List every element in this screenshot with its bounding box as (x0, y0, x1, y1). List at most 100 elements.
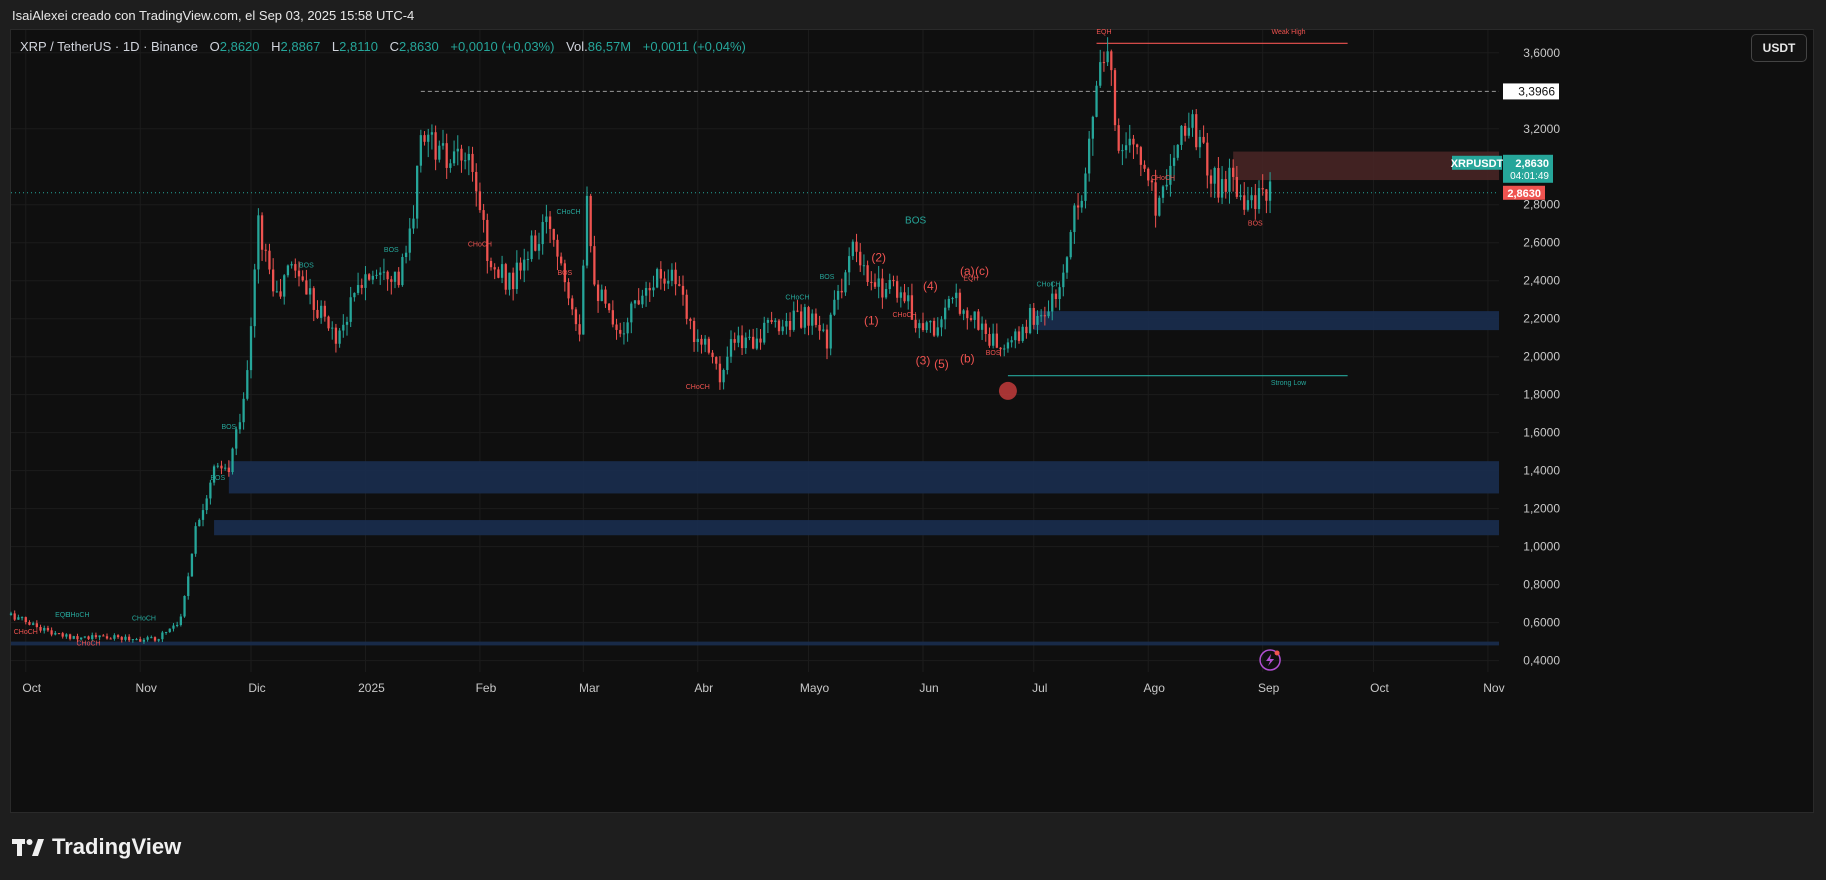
currency-button[interactable]: USDT (1751, 34, 1807, 62)
candle (308, 288, 312, 295)
candle (408, 228, 411, 253)
candle (438, 145, 441, 160)
candle (585, 195, 589, 266)
candle (818, 324, 821, 331)
candle (1165, 184, 1168, 187)
candle (1128, 138, 1131, 146)
candle (530, 235, 533, 260)
candle (39, 626, 42, 631)
candle (962, 310, 965, 314)
candle (659, 269, 662, 279)
candle (1025, 326, 1028, 334)
candle (323, 305, 326, 317)
candle (1062, 272, 1065, 288)
candle (257, 215, 260, 270)
candle (526, 259, 530, 261)
candle (918, 323, 921, 329)
candle (449, 163, 452, 168)
candle (589, 195, 592, 247)
candle (870, 281, 873, 283)
candle (955, 292, 958, 299)
candle (172, 625, 175, 629)
candle (726, 356, 729, 370)
symbol-badge-label: XRPUSDT (1451, 158, 1504, 170)
candle (1139, 147, 1142, 165)
candle (279, 291, 282, 297)
candle (980, 323, 984, 330)
candle (1180, 125, 1183, 145)
candle (866, 265, 869, 282)
candle (785, 320, 788, 327)
candle (20, 617, 24, 619)
candle (1036, 315, 1039, 325)
candle (1268, 181, 1272, 201)
candle (600, 289, 603, 302)
candle (290, 264, 293, 266)
candle (401, 257, 404, 286)
annotation-label: BOS (820, 274, 835, 281)
candle (404, 252, 408, 258)
candle (630, 303, 633, 323)
candle (958, 292, 962, 314)
candle (35, 623, 38, 627)
symbol-name[interactable]: XRP / TetherUS · 1D · Binance (20, 39, 198, 54)
tradingview-brand[interactable]: TradingView (12, 834, 181, 860)
candle (944, 307, 947, 320)
candle (689, 318, 692, 321)
candle (1261, 188, 1264, 190)
x-tick-label: Nov (136, 681, 157, 695)
candle (1028, 307, 1032, 334)
candle (704, 338, 707, 345)
candle (1132, 138, 1135, 145)
candle (375, 274, 378, 276)
candle (116, 635, 120, 638)
candle (825, 329, 829, 349)
candle (393, 271, 397, 282)
y-tick-label: 2,4000 (1523, 274, 1560, 288)
candle (416, 165, 419, 219)
price-chart[interactable]: BOS EQH Weak High Strong Low (2) (1) (4) (3) (5)… (0, 0, 1826, 880)
candle (811, 313, 814, 326)
candle (774, 320, 777, 323)
annotation-label: CHoCH (65, 612, 89, 619)
x-tick-label: Nov (1483, 681, 1504, 695)
candle (419, 135, 422, 166)
volume-value: 86,57M (587, 39, 632, 54)
annotation-label: EQH (963, 276, 978, 283)
candle (947, 298, 950, 308)
candle (179, 616, 182, 625)
candle (966, 310, 969, 319)
y-tick-label: 0,6000 (1523, 616, 1560, 630)
candle (1195, 114, 1198, 148)
candle (423, 135, 426, 142)
candle (209, 482, 212, 499)
candle (1051, 293, 1054, 312)
annotation-label: CHoCH (1036, 281, 1060, 288)
lightning-bolt-icon (1266, 654, 1275, 666)
candle (94, 635, 98, 638)
candle (268, 250, 271, 270)
annotation-label: BOS (384, 247, 399, 254)
y-tick-label: 3,2000 (1523, 122, 1560, 136)
candle (1198, 136, 1202, 148)
candle (1054, 293, 1058, 300)
demand-zone (1033, 311, 1499, 331)
candle (98, 635, 101, 638)
candle (146, 637, 149, 640)
x-tick-label: Oct (22, 681, 41, 695)
candle (157, 639, 160, 641)
candle (733, 339, 736, 343)
candle (1220, 179, 1224, 198)
candle (187, 576, 190, 596)
candle (984, 323, 987, 334)
candle (249, 326, 253, 371)
candle (201, 510, 205, 520)
candle (1069, 232, 1072, 258)
candle (800, 311, 803, 328)
candle (161, 632, 164, 640)
candle (334, 327, 338, 344)
candle (72, 636, 75, 639)
candle (759, 338, 762, 343)
candle (1176, 144, 1179, 158)
volume-change-value: +0,0011 (+0,04%) (642, 39, 746, 54)
